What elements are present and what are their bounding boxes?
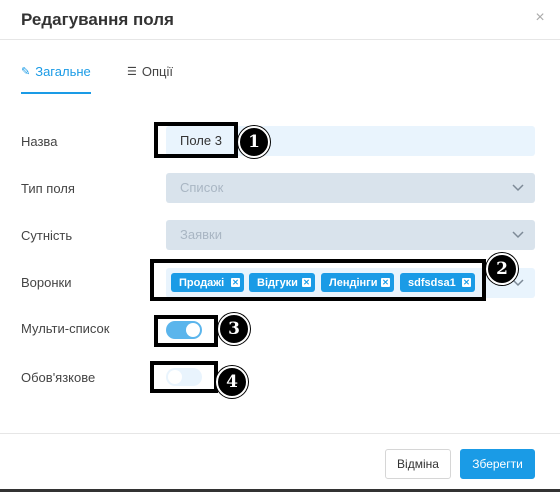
annotation-badge: 4 [216, 366, 248, 398]
tab-options-label: Опції [141, 64, 173, 79]
cancel-button[interactable]: Відміна [385, 449, 451, 479]
funnels-label: Воронки [21, 275, 72, 290]
entity-value: Заявки [180, 227, 222, 242]
tab-general[interactable]: ✎ Загальне [21, 64, 91, 94]
save-button[interactable]: Зберегти [460, 449, 535, 479]
tab-options[interactable]: ☰ Опції [127, 64, 173, 94]
annotation-box [154, 122, 238, 158]
tab-general-label: Загальне [35, 64, 91, 79]
close-icon[interactable]: × [532, 10, 548, 26]
entity-label: Сутність [21, 228, 73, 243]
annotation-badge: 2 [486, 253, 518, 285]
dialog-title: Редагування поля [21, 10, 174, 29]
annotation-box [150, 259, 486, 301]
annotation-badge: 1 [238, 126, 270, 158]
annotation-box [150, 361, 218, 393]
type-value: Список [180, 180, 224, 195]
dialog-header: Редагування поля × [0, 0, 560, 40]
multi-label: Мульти-список [21, 321, 110, 336]
chevron-down-icon [512, 231, 524, 239]
annotation-box [154, 315, 218, 347]
type-label: Тип поля [21, 181, 75, 196]
dialog-footer: Відміна Зберегти [0, 433, 560, 492]
annotation-badge: 3 [218, 313, 250, 345]
edit-icon: ✎ [21, 66, 31, 78]
edit-field-dialog: Редагування поля × ✎ Загальне ☰ Опції На… [0, 0, 560, 492]
name-label: Назва [21, 134, 58, 149]
required-label: Обов'язкове [21, 370, 96, 385]
list-icon: ☰ [127, 66, 137, 78]
entity-select[interactable]: Заявки [166, 220, 535, 250]
chevron-down-icon [512, 184, 524, 192]
type-select[interactable]: Список [166, 173, 535, 203]
